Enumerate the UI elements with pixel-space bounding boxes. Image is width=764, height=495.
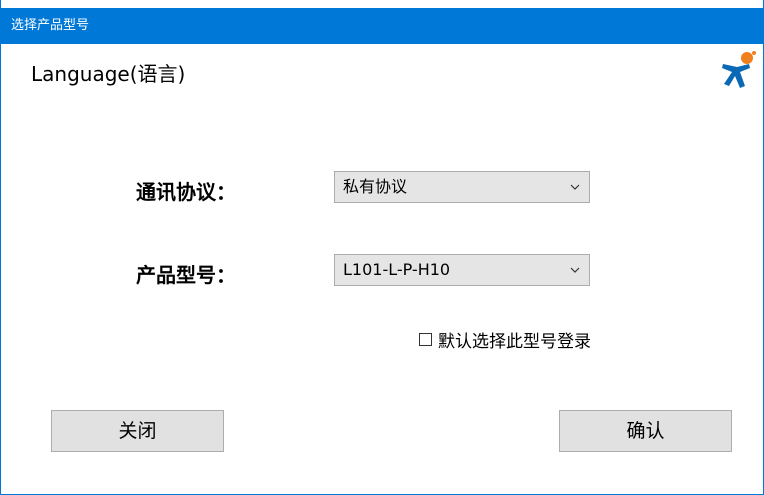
chevron-down-icon — [570, 267, 580, 273]
product-select-dialog: 选择产品型号 Language(语言) 通讯协议： 私有协议 产品型号： L10… — [0, 0, 764, 495]
protocol-select[interactable]: 私有协议 — [334, 171, 590, 203]
title-bar: 选择产品型号 — [1, 8, 764, 44]
chevron-down-icon — [570, 184, 580, 190]
model-select[interactable]: L101-L-P-H10 — [334, 254, 590, 286]
close-button[interactable]: 关闭 — [51, 410, 224, 452]
usr-person-logo-icon — [722, 51, 756, 88]
remember-model-label: 默认选择此型号登录 — [438, 331, 591, 352]
model-label: 产品型号： — [136, 263, 236, 287]
confirm-button[interactable]: 确认 — [559, 410, 732, 452]
remember-model-checkbox[interactable]: 默认选择此型号登录 — [419, 326, 591, 352]
model-selected-value: L101-L-P-H10 — [343, 260, 451, 279]
protocol-label: 通讯协议： — [136, 180, 236, 204]
protocol-selected-value: 私有协议 — [343, 177, 408, 196]
window-title: 选择产品型号 — [11, 18, 90, 33]
language-link[interactable]: Language(语言) — [31, 58, 185, 87]
checkbox-box[interactable] — [419, 332, 432, 346]
